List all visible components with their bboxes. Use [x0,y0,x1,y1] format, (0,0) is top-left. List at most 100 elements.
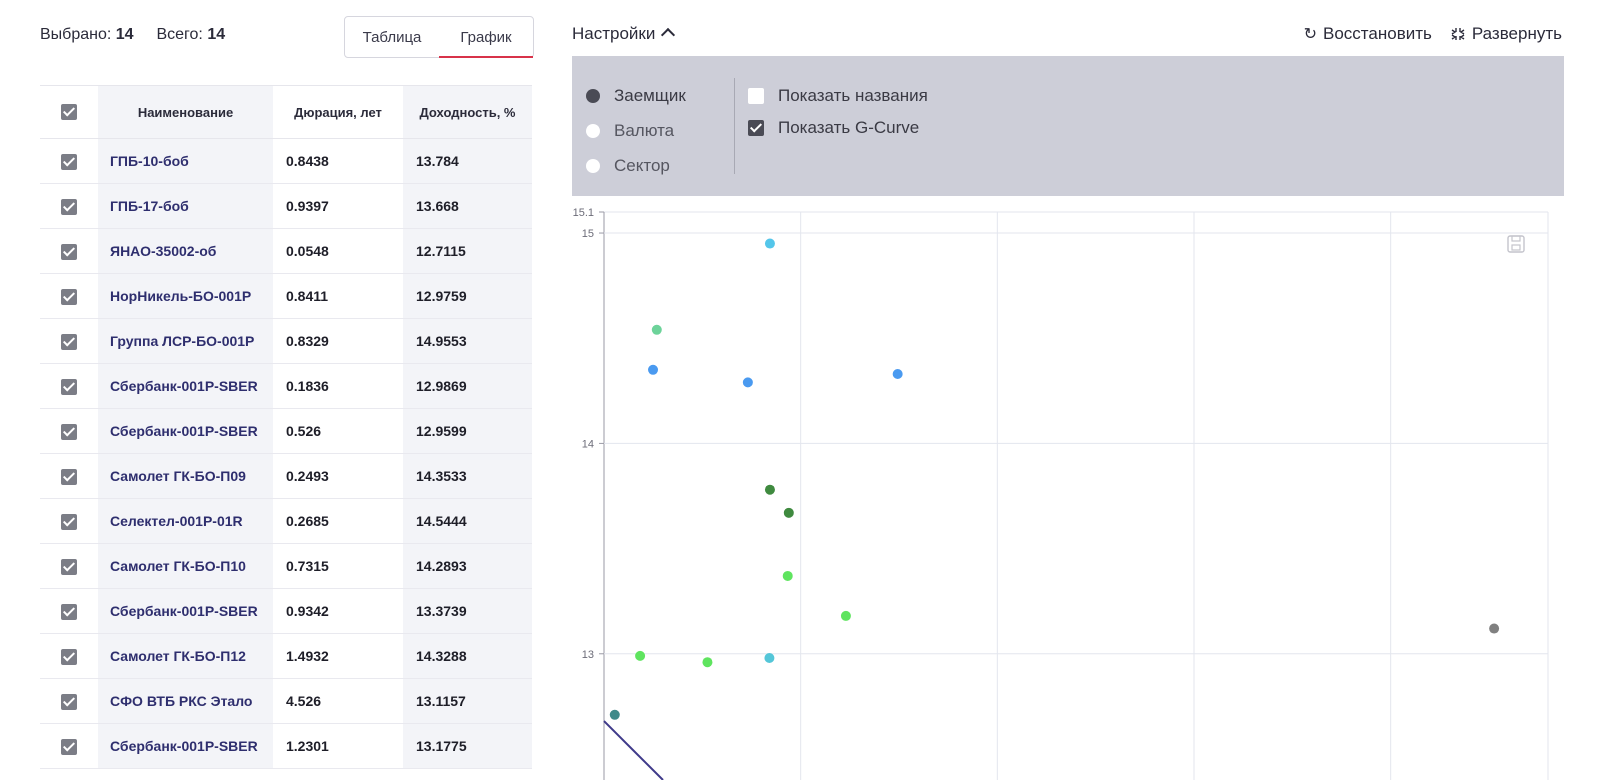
table-row[interactable]: Самолет ГК-БО-П09 0.2493 14.3533 [40,453,532,499]
column-name-header[interactable]: Наименование [98,85,273,139]
table-row[interactable]: Сбербанк-001Р-SBER 0.526 12.9599 [40,408,532,454]
tab-chart[interactable]: График [439,17,533,58]
bond-name[interactable]: Самолет ГК-БО-П10 [98,543,273,589]
bond-yield: 14.2893 [403,543,532,589]
table-row[interactable]: ГПБ-10-боб 0.8438 13.784 [40,138,532,184]
show-names-checkbox[interactable] [748,88,764,104]
chart-points [609,238,1500,720]
display-options: Показать названия Показать G-Curve [748,80,928,144]
chart-point [702,657,713,668]
row-checkbox-cell[interactable] [40,498,98,544]
row-checkbox-cell[interactable] [40,588,98,634]
collapse-arrows-icon [1451,28,1465,40]
row-checkbox[interactable] [61,513,77,530]
row-checkbox[interactable] [61,738,77,755]
save-icon[interactable] [1507,235,1525,253]
table-header-row: Наименование Дюрация, лет Доходность, % [40,85,532,139]
bond-duration: 0.8329 [273,318,403,364]
bond-name[interactable]: Сбербанк-001Р-SBER [98,723,273,769]
row-checkbox[interactable] [61,378,77,395]
table-row[interactable]: Сбербанк-001Р-SBER 1.2301 13.1775 [40,723,532,769]
bond-name[interactable]: ГПБ-17-боб [98,183,273,229]
chart-toolbar: ↻ Восстановить Развернуть [1304,24,1562,44]
row-checkbox-cell[interactable] [40,273,98,319]
row-checkbox[interactable] [61,558,77,575]
table-row[interactable]: Сбербанк-001Р-SBER 0.1836 12.9869 [40,363,532,409]
row-checkbox-cell[interactable] [40,408,98,454]
total-value: 14 [207,26,226,43]
settings-toggle[interactable]: Настройки [572,24,676,44]
table-row[interactable]: ГПБ-17-боб 0.9397 13.668 [40,183,532,229]
row-checkbox[interactable] [61,153,77,170]
chart-point [840,610,851,621]
show-gcurve-checkbox[interactable] [748,120,764,136]
row-checkbox[interactable] [61,603,77,620]
table-row[interactable]: Группа ЛСР-БО-001Р 0.8329 14.9553 [40,318,532,364]
row-checkbox[interactable] [61,468,77,485]
radio-label: Заемщик [614,85,686,105]
column-duration-header[interactable]: Дюрация, лет [273,85,403,139]
bond-name[interactable]: ЯНАО-35002-об [98,228,273,274]
bond-name[interactable]: Самолет ГК-БО-П09 [98,453,273,499]
restore-button[interactable]: ↻ Восстановить [1304,24,1432,44]
radio-sector[interactable]: Сектор [586,148,686,183]
bond-name[interactable]: НорНикель-БО-001Р [98,273,273,319]
table-row[interactable]: СФО ВТБ РКС Этало 4.526 13.1157 [40,678,532,724]
show-gcurve-option[interactable]: Показать G-Curve [748,112,928,144]
chart-grid [599,211,1549,780]
row-checkbox[interactable] [61,243,77,260]
radio-borrower[interactable]: Заемщик [586,78,686,113]
row-checkbox-cell[interactable] [40,228,98,274]
expand-button[interactable]: Развернуть [1450,24,1562,44]
bond-name[interactable]: СФО ВТБ РКС Этало [98,678,273,724]
bond-yield: 12.7115 [403,228,532,274]
row-checkbox-cell[interactable] [40,363,98,409]
bond-name[interactable]: Сбербанк-001Р-SBER [98,588,273,634]
row-checkbox[interactable] [61,648,77,665]
bond-yield: 14.9553 [403,318,532,364]
bond-name[interactable]: ГПБ-10-боб [98,138,273,184]
select-all-checkbox[interactable] [61,104,77,121]
show-names-option[interactable]: Показать названия [748,80,928,112]
table-row[interactable]: Самолет ГК-БО-П12 1.4932 14.3288 [40,633,532,679]
row-checkbox[interactable] [61,423,77,440]
radio-indicator [586,158,600,173]
table-row[interactable]: ЯНАО-35002-об 0.0548 12.7115 [40,228,532,274]
row-checkbox-cell[interactable] [40,723,98,769]
select-all-checkbox-cell[interactable] [40,85,98,139]
row-checkbox-cell[interactable] [40,138,98,184]
row-checkbox-cell[interactable] [40,453,98,499]
row-checkbox-cell[interactable] [40,633,98,679]
bond-name[interactable]: Селектел-001Р-01R [98,498,273,544]
bond-duration: 4.526 [273,678,403,724]
column-yield-header[interactable]: Доходность, % [403,85,532,139]
row-checkbox-cell[interactable] [40,678,98,724]
bond-name[interactable]: Сбербанк-001Р-SBER [98,363,273,409]
bond-yield: 14.3533 [403,453,532,499]
row-checkbox[interactable] [61,693,77,710]
table-row[interactable]: Самолет ГК-БО-П10 0.7315 14.2893 [40,543,532,589]
bond-duration: 0.8411 [273,273,403,319]
bond-yield: 13.1775 [403,723,532,769]
bond-name[interactable]: Группа ЛСР-БО-001Р [98,318,273,364]
y-tick-label: 15.1 [573,208,594,219]
row-checkbox[interactable] [61,198,77,215]
row-checkbox[interactable] [61,288,77,305]
bond-yield: 13.1157 [403,678,532,724]
radio-indicator [586,123,600,138]
row-checkbox-cell[interactable] [40,183,98,229]
tab-table[interactable]: Таблица [345,17,439,57]
bond-name[interactable]: Самолет ГК-БО-П12 [98,633,273,679]
chart-point [764,484,775,495]
row-checkbox[interactable] [61,333,77,350]
row-checkbox-cell[interactable] [40,543,98,589]
yield-duration-chart: 15.1 15 14 13 [573,208,1549,780]
bond-duration: 0.526 [273,408,403,454]
settings-divider [734,78,735,174]
table-row[interactable]: НорНикель-БО-001Р 0.8411 12.9759 [40,273,532,319]
table-row[interactable]: Сбербанк-001Р-SBER 0.9342 13.3739 [40,588,532,634]
table-row[interactable]: Селектел-001Р-01R 0.2685 14.5444 [40,498,532,544]
bond-name[interactable]: Сбербанк-001Р-SBER [98,408,273,454]
radio-currency[interactable]: Валюта [586,113,686,148]
row-checkbox-cell[interactable] [40,318,98,364]
